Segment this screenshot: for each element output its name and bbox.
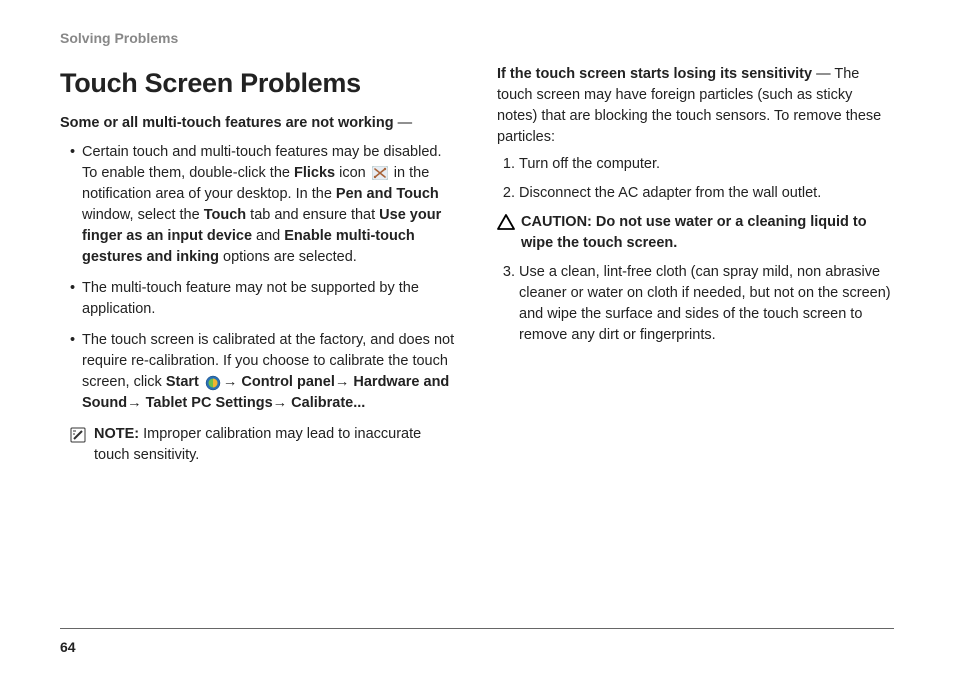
note-icon bbox=[70, 427, 86, 443]
chapter-header: Solving Problems bbox=[60, 30, 894, 46]
caution-block: CAUTION: Do not use water or a cleaning … bbox=[497, 212, 894, 254]
caution-text: CAUTION: Do not use water or a cleaning … bbox=[521, 212, 894, 254]
manual-page: Solving Problems Touch Screen Problems S… bbox=[0, 0, 954, 677]
section1-lead-tail: — bbox=[394, 115, 413, 131]
page-number: 64 bbox=[60, 639, 76, 655]
bullet-1-text-6: and bbox=[252, 228, 284, 244]
note-label: NOTE: bbox=[94, 426, 139, 442]
flicks-icon bbox=[372, 166, 388, 180]
bullet-2: The multi-touch feature may not be suppo… bbox=[82, 278, 457, 320]
left-column: Touch Screen Problems Some or all multi-… bbox=[60, 64, 457, 466]
bullet-1-text-4: window, select the bbox=[82, 207, 204, 223]
pen-and-touch-label: Pen and Touch bbox=[336, 186, 439, 202]
caution-icon bbox=[497, 214, 515, 230]
note-body: Improper calibration may lead to inaccur… bbox=[94, 426, 421, 463]
bullet-3: The touch screen is calibrated at the fa… bbox=[82, 330, 457, 414]
note-block: NOTE: Improper calibration may lead to i… bbox=[60, 424, 457, 466]
step-2: Disconnect the AC adapter from the wall … bbox=[519, 183, 894, 204]
touch-tab-label: Touch bbox=[204, 207, 246, 223]
right-column: If the touch screen starts losing its se… bbox=[497, 64, 894, 466]
start-orb-icon bbox=[205, 375, 221, 389]
bullet-1-text-2: icon bbox=[335, 165, 370, 181]
bullet-list: Certain touch and multi-touch features m… bbox=[60, 142, 457, 414]
section1-lead-bold: Some or all multi-touch features are not… bbox=[60, 115, 394, 131]
footer-rule bbox=[60, 628, 894, 629]
steps-list-cont: Use a clean, lint-free cloth (can spray … bbox=[497, 262, 894, 346]
bullet-1-text-7: options are selected. bbox=[219, 249, 357, 265]
section2-lead: If the touch screen starts losing its se… bbox=[497, 64, 894, 148]
bullet-1: Certain touch and multi-touch features m… bbox=[82, 142, 457, 268]
section1-lead: Some or all multi-touch features are not… bbox=[60, 113, 457, 134]
bullet-1-text-5: tab and ensure that bbox=[246, 207, 379, 223]
flicks-label: Flicks bbox=[294, 165, 335, 181]
two-column-layout: Touch Screen Problems Some or all multi-… bbox=[60, 64, 894, 466]
steps-list: Turn off the computer. Disconnect the AC… bbox=[497, 154, 894, 204]
section2-lead-bold: If the touch screen starts losing its se… bbox=[497, 66, 812, 82]
step-3: Use a clean, lint-free cloth (can spray … bbox=[519, 262, 894, 346]
start-label: Start bbox=[166, 374, 199, 390]
step-1: Turn off the computer. bbox=[519, 154, 894, 175]
page-title: Touch Screen Problems bbox=[60, 64, 457, 103]
note-text: NOTE: Improper calibration may lead to i… bbox=[94, 424, 457, 466]
